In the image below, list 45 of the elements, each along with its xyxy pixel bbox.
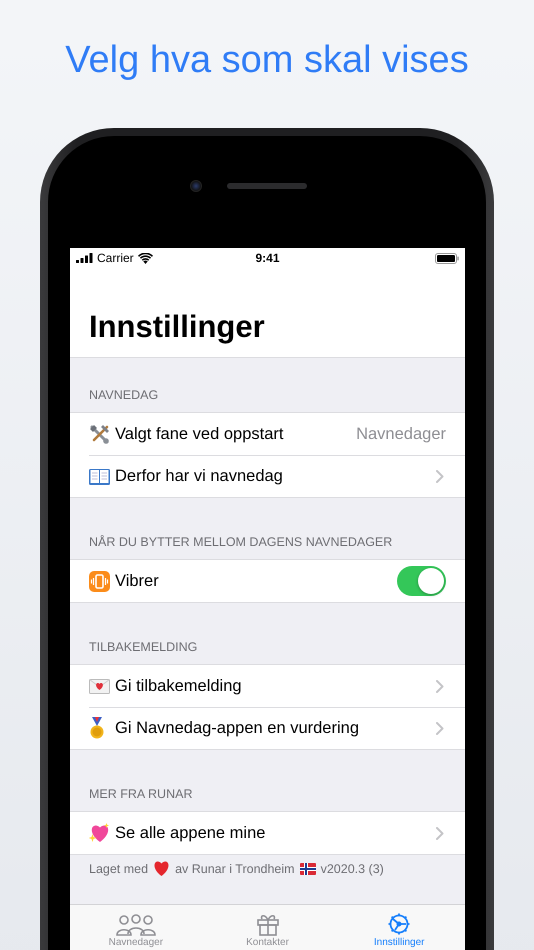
settings-row[interactable]: Gi tilbakemelding [70,665,465,707]
section-header: NÅR DU BYTTER MELLOM DAGENS NAVNEDAGER [89,535,392,549]
footer-text: Laget med [89,862,148,876]
chevron-icon [436,722,444,734]
tab[interactable]: Innstillinger [333,905,465,950]
row-value: Navnedager [356,424,446,444]
settings-icon [387,912,412,936]
page-title: Innstillinger [89,308,265,346]
row-label: Valgt fane ved oppstart [115,424,284,444]
vibrate-icon [89,570,110,592]
people-icon [116,914,156,936]
heart-icon [153,861,170,876]
headline: Velg hva som skal vises [64,38,470,83]
row-label: Se alle appene mine [115,824,266,842]
row-label: Derfor har vi navnedag [115,466,284,486]
row-label: Vibrer [115,572,160,590]
vibrate-toggle[interactable] [397,566,446,596]
battery-icon [435,252,459,264]
carrier-name: Carrier [97,251,134,265]
version-text: v2020.3 (3) [320,862,384,876]
book-icon [89,468,110,484]
gift-icon [256,913,278,936]
love-letter-icon [89,678,110,694]
tools-icon [89,424,110,444]
row-label: Gi Navnedag-appen en vurdering [115,718,360,738]
footer-text: av Runar i Trondheim [175,862,295,876]
flag-icon [300,862,316,874]
row-label: Gi tilbakemelding [115,676,243,696]
section-header: MER FRA RUNAR [89,787,192,801]
chevron-icon [436,680,444,692]
signal-icon [76,253,93,263]
status-time: 9:41 [255,251,280,265]
wifi-icon [138,252,153,264]
settings-row[interactable]: Se alle appene mine [70,812,465,854]
chevron-icon [436,826,444,840]
settings-row[interactable]: Derfor har vi navnedag [70,455,465,497]
section-header: NAVNEDAG [89,388,158,402]
settings-row[interactable]: Vibrer [70,560,465,602]
medal-icon [89,717,105,739]
settings-row[interactable]: Valgt fane ved oppstart Navnedager [70,413,465,455]
settings-row[interactable]: Gi Navnedag-appen en vurdering [70,707,465,749]
camera-icon [190,180,202,192]
section-header: TILBAKEMELDING [89,640,198,654]
chevron-icon [436,470,444,482]
sparkling-heart-icon [89,823,110,843]
